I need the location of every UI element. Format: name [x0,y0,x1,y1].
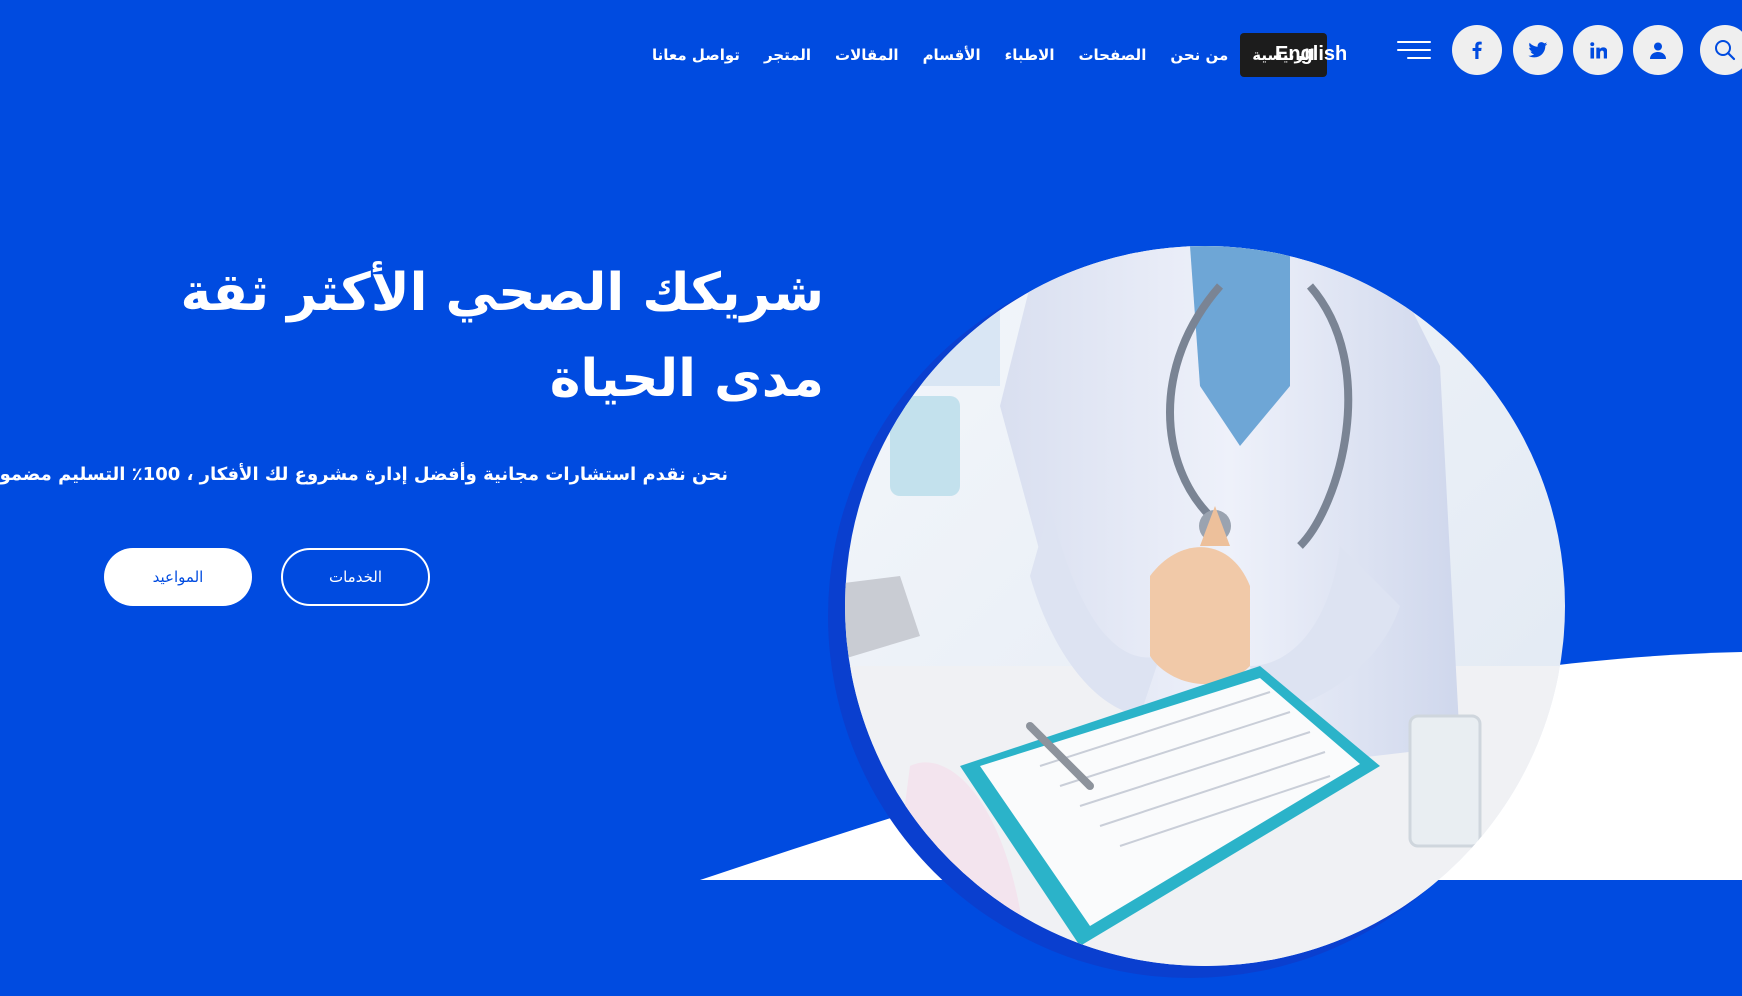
menu-icon[interactable] [1397,39,1431,61]
facebook-icon[interactable] [1452,25,1502,75]
appointments-button[interactable]: المواعيد [104,548,252,606]
main-nav: الرئيسية من نحن الصفحات الاطباء الأقسام … [640,33,1327,77]
nav-item-departments[interactable]: الأقسام [911,33,993,77]
doctor-consultation-image [828,246,1565,978]
linkedin-icon[interactable] [1573,25,1623,75]
hero-subtitle: نحن نقدم استشارات مجانية وأفضل إدارة مشر… [0,464,728,485]
services-button[interactable]: الخدمات [281,548,430,606]
nav-item-pages[interactable]: الصفحات [1066,33,1158,77]
user-icon[interactable] [1633,25,1683,75]
nav-item-articles[interactable]: المقالات [823,33,911,77]
language-switch[interactable]: English [1275,40,1347,68]
nav-item-about[interactable]: من نحن [1158,33,1240,77]
search-icon[interactable] [1700,25,1742,75]
nav-item-shop[interactable]: المتجر [752,33,823,77]
nav-item-doctors[interactable]: الاطباء [993,33,1067,77]
twitter-icon[interactable] [1513,25,1563,75]
hero-title: شريكك الصحي الأكثر ثقة مدى الحياة [180,263,825,409]
nav-item-contact[interactable]: تواصل معانا [640,33,752,77]
